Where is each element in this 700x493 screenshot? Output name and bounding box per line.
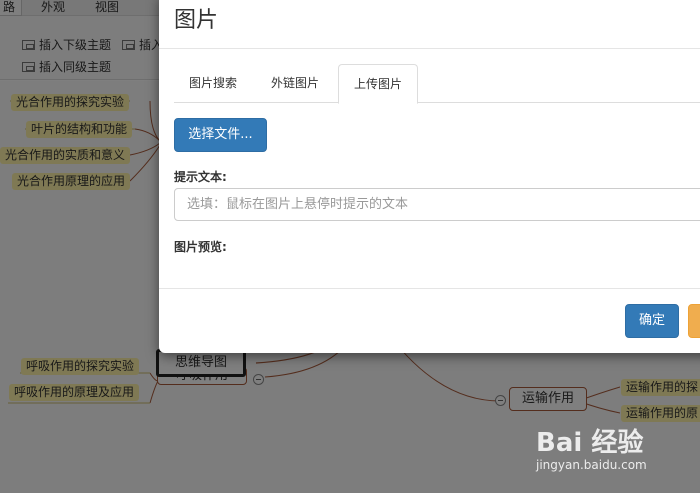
tab-image-search[interactable]: 图片搜索 — [174, 64, 252, 103]
tooltip-text-label: 提示文本: — [174, 170, 227, 184]
cancel-button[interactable] — [688, 304, 700, 338]
ok-button[interactable]: 确定 — [625, 304, 679, 338]
watermark-url: jingyan.baidu.com — [536, 458, 647, 472]
dialog-title: 图片 — [174, 8, 219, 33]
image-source-tabs: 图片搜索 外链图片 上传图片 — [174, 64, 700, 104]
footer-divider — [159, 288, 700, 289]
choose-file-button[interactable]: 选择文件... — [174, 118, 267, 152]
tab-external-image[interactable]: 外链图片 — [256, 64, 334, 103]
image-preview-label: 图片预览: — [174, 240, 227, 254]
header-divider — [159, 48, 700, 49]
baidu-jingyan-watermark: Bai 经验 jingyan.baidu.com — [536, 418, 696, 478]
watermark-logo: Bai 经验 — [536, 428, 644, 458]
tooltip-text-input[interactable] — [174, 188, 700, 221]
tab-upload-image[interactable]: 上传图片 — [338, 64, 419, 104]
image-dialog: 图片 图片搜索 外链图片 上传图片 选择文件... 提示文本: 图片预览: 确定 — [159, 0, 700, 353]
